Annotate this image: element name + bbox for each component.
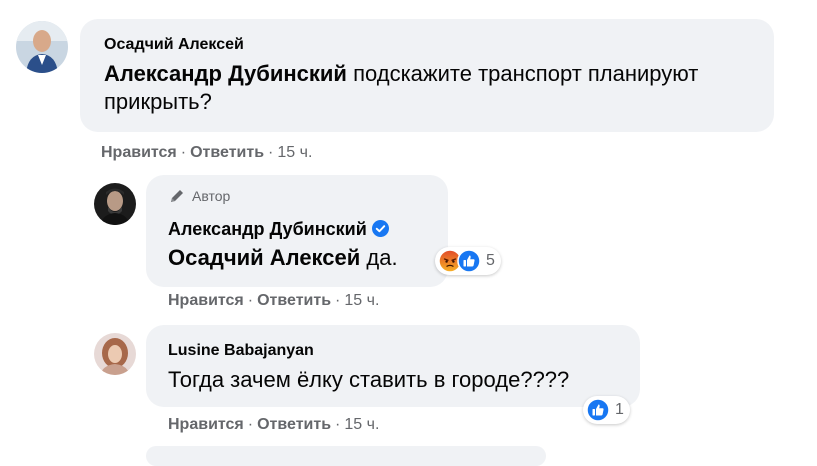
like-icon (457, 249, 481, 273)
comment-author[interactable]: Александр Дубинский (168, 219, 389, 240)
separator-dot: · (247, 416, 254, 433)
comment-actions: Нравится · Ответить · 15 ч. (168, 292, 379, 310)
separator-dot: · (268, 144, 274, 161)
avatar[interactable] (16, 21, 68, 73)
comment-text: Осадчий Алексей да. (168, 244, 398, 272)
comment-text: Александр Дубинский подскажите транспорт… (104, 60, 704, 116)
like-button[interactable]: Нравится (101, 144, 177, 161)
reaction-count: 5 (486, 252, 495, 269)
reaction-count: 1 (615, 401, 624, 418)
badge-label: Автор (192, 188, 231, 204)
reactions-summary[interactable]: 5 (435, 247, 501, 275)
like-button[interactable]: Нравится (168, 292, 244, 309)
timestamp[interactable]: 15 ч. (277, 144, 312, 161)
reply-button[interactable]: Ответить (257, 416, 331, 433)
author-name-text: Александр Дубинский (168, 219, 367, 239)
author-badge: Автор (168, 187, 230, 205)
avatar[interactable] (94, 183, 136, 225)
like-button[interactable]: Нравится (168, 416, 244, 433)
separator-dot: · (180, 144, 187, 161)
timestamp[interactable]: 15 ч. (344, 416, 379, 433)
like-icon (586, 398, 610, 422)
comment-author[interactable]: Осадчий Алексей (104, 36, 244, 54)
next-comment-bubble (146, 446, 546, 466)
separator-dot: · (335, 416, 341, 433)
comment-body: да. (360, 245, 398, 270)
mention-link[interactable]: Осадчий Алексей (168, 245, 360, 270)
verified-badge-icon (371, 220, 389, 237)
reply-button[interactable]: Ответить (257, 292, 331, 309)
comment-text: Тогда зачем ёлку ставить в городе???? (168, 367, 570, 392)
separator-dot: · (247, 292, 254, 309)
timestamp[interactable]: 15 ч. (344, 292, 379, 309)
comment-author[interactable]: Lusine Babajanyan (168, 342, 314, 360)
reactions-summary[interactable]: 1 (583, 396, 630, 424)
comment-actions: Нравится · Ответить · 15 ч. (168, 416, 379, 434)
avatar[interactable] (94, 333, 136, 375)
pencil-icon (171, 190, 183, 202)
separator-dot: · (335, 292, 341, 309)
comment-actions: Нравится · Ответить · 15 ч. (101, 144, 312, 162)
reply-button[interactable]: Ответить (190, 144, 264, 161)
mention-link[interactable]: Александр Дубинский (104, 61, 347, 86)
